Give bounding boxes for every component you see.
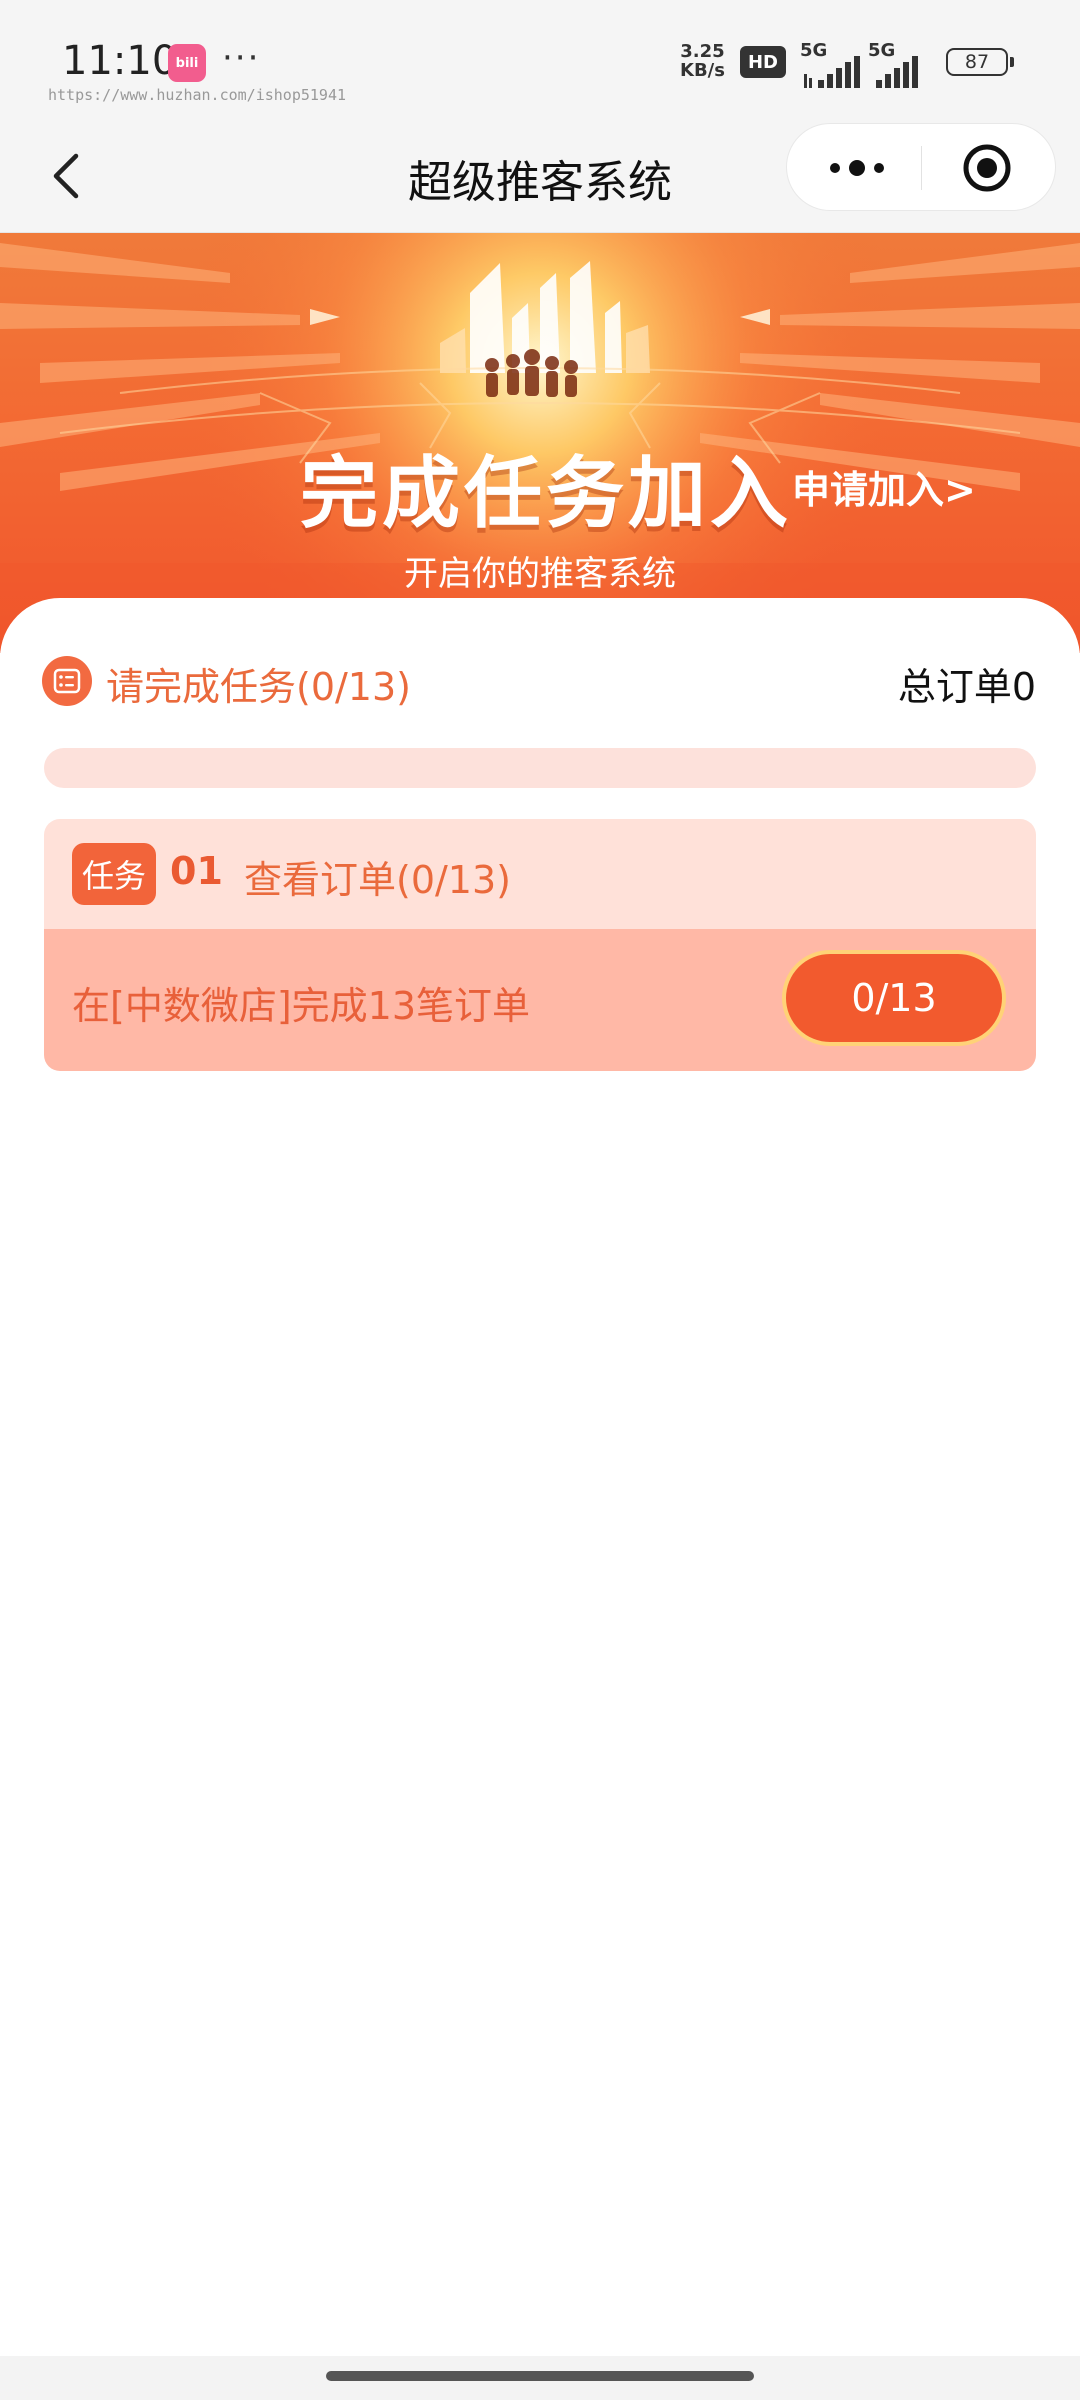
status-bar: 11:10 bili ··· https://www.huzhan.com/is… [0, 0, 1080, 120]
checklist-icon [42, 656, 92, 706]
apply-join-link[interactable]: 申请加入> [792, 459, 976, 514]
banner-subtitle: 开启你的推客系统 [404, 554, 676, 594]
task-card-body: 在[中数微店]完成13笔订单 0/13 [44, 929, 1036, 1071]
status-more-dots: ··· [222, 38, 261, 78]
task-description: 在[中数微店]完成13笔订单 [72, 984, 531, 1028]
network-speed-unit: KB/s [680, 60, 725, 81]
url-watermark: https://www.huzhan.com/ishop51941 [48, 86, 347, 104]
task-name: 查看订单(0/13) [244, 858, 511, 902]
task-content: 请完成任务(0/13) 总订单0 任务 01 查看订单(0/13) 在[中数微店… [0, 598, 1080, 2358]
more-button[interactable] [817, 138, 897, 198]
total-orders: 总订单0 [897, 665, 1036, 709]
task-progress-label: 请完成任务(0/13) [106, 665, 411, 709]
bilibili-app-icon: bili [168, 44, 206, 82]
close-miniprogram-button[interactable] [947, 138, 1027, 198]
target-circle-icon [963, 144, 1011, 192]
hd-voice-badge: HD [740, 46, 786, 78]
task-card: 任务 01 查看订单(0/13) 在[中数微店]完成13笔订单 0/13 [44, 819, 1036, 1071]
gesture-bar [0, 2356, 1080, 2400]
battery-level: 87 [964, 51, 990, 73]
miniprogram-capsule [786, 123, 1056, 211]
nav-bar: 超级推客系统 [0, 120, 1080, 233]
network-speed: 3.25 KB/s [680, 42, 725, 80]
home-indicator[interactable] [326, 2371, 754, 2381]
task-progress-button[interactable]: 0/13 [782, 950, 1006, 1046]
task-tag: 任务 [72, 843, 156, 905]
more-dots-icon [830, 160, 884, 176]
status-time: 11:10 [62, 38, 178, 84]
task-card-header: 任务 01 查看订单(0/13) [44, 819, 1036, 929]
banner-title: 完成任务加入 [300, 449, 793, 539]
capsule-divider [921, 146, 922, 190]
battery-icon: 87 [946, 48, 1014, 76]
network-speed-value: 3.25 [680, 41, 725, 62]
hero-banner: 完成任务加入 申请加入> 开启你的推客系统 [0, 233, 1080, 653]
task-progress-bar [44, 748, 1036, 788]
task-number: 01 [170, 849, 223, 893]
